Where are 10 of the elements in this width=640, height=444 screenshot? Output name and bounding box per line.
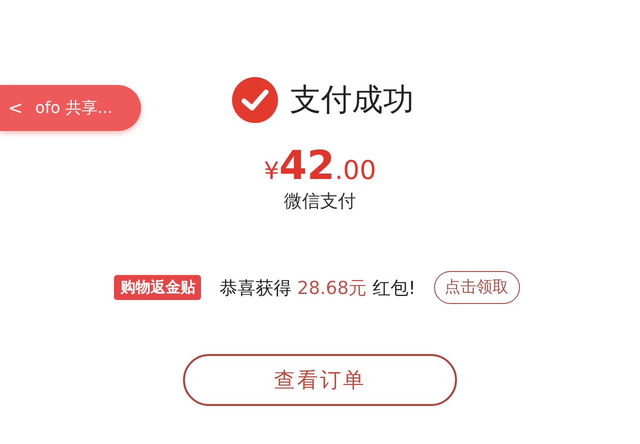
back-button[interactable]: < ofo 共享... bbox=[0, 85, 141, 131]
page-title: 支付成功 bbox=[290, 81, 414, 120]
view-order-button[interactable]: 查看订单 bbox=[183, 354, 457, 406]
claim-button[interactable]: 点击领取 bbox=[434, 271, 520, 304]
amount-text: ¥42.00 bbox=[264, 143, 376, 187]
payment-method: 微信支付 bbox=[284, 190, 356, 213]
back-icon: < bbox=[8, 98, 24, 118]
promo-badge: 购物返金贴 bbox=[114, 275, 202, 300]
reward-message: 恭喜获得 28.68元 红包! bbox=[219, 276, 416, 300]
check-icon bbox=[232, 77, 278, 123]
